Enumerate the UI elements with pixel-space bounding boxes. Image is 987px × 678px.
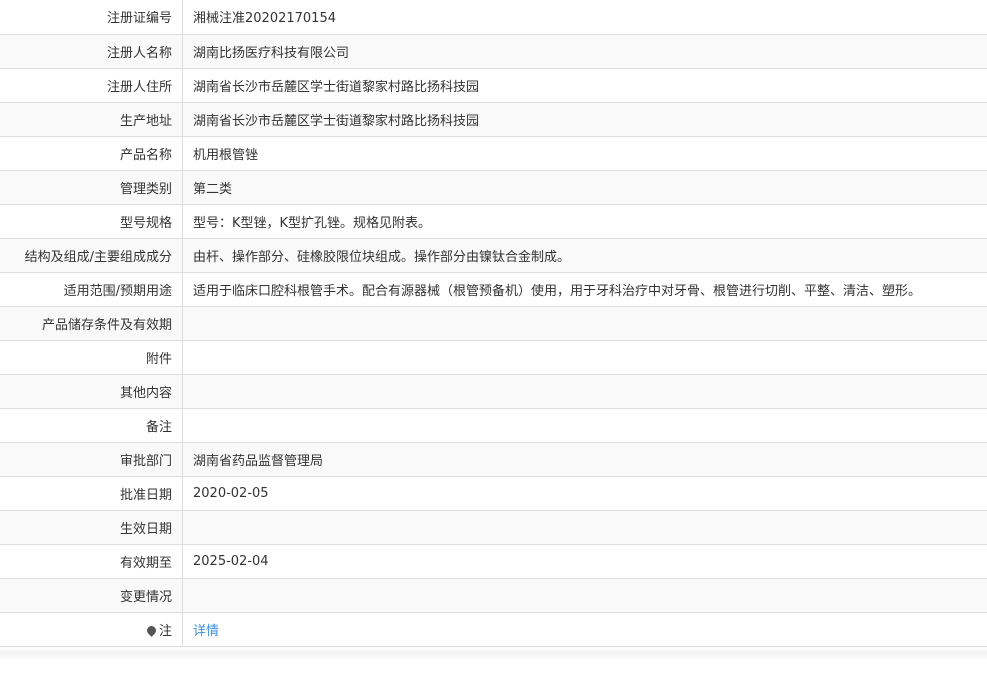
- row-label: 管理类别: [0, 170, 183, 205]
- row-label: 生产地址: [0, 102, 183, 137]
- row-label: 有效期至: [0, 544, 183, 579]
- row-value: 机用根管锉: [182, 136, 987, 171]
- row-value: 适用于临床口腔科根管手术。配合有源器械（根管预备机）使用，用于牙科治疗中对牙骨、…: [182, 272, 987, 307]
- row-value: [182, 340, 987, 375]
- row-value: 湘械注准20202170154: [182, 0, 987, 35]
- table-row: 型号规格 型号：K型锉，K型扩孔锉。规格见附表。: [0, 204, 987, 239]
- table-row: 附件: [0, 340, 987, 375]
- row-value: [182, 408, 987, 443]
- table-row: 审批部门 湖南省药品监督管理局: [0, 442, 987, 477]
- row-label: 备注: [0, 408, 183, 443]
- row-label: 适用范围/预期用途: [0, 272, 183, 307]
- table-row: 产品储存条件及有效期: [0, 306, 987, 341]
- row-label: 其他内容: [0, 374, 183, 409]
- table-row: 批准日期 2020-02-05: [0, 476, 987, 511]
- row-value: 型号：K型锉，K型扩孔锉。规格见附表。: [182, 204, 987, 239]
- table-row: 适用范围/预期用途 适用于临床口腔科根管手术。配合有源器械（根管预备机）使用，用于…: [0, 272, 987, 307]
- map-pin-icon: [145, 623, 158, 637]
- note-row: 注 详情: [0, 612, 987, 647]
- note-label-cell: 注: [0, 612, 183, 647]
- row-label: 变更情况: [0, 578, 183, 613]
- table-row: 注册人住所 湖南省长沙市岳麓区学士街道黎家村路比扬科技园: [0, 68, 987, 103]
- table-row: 生效日期: [0, 510, 987, 545]
- note-value-cell: 详情: [182, 612, 987, 647]
- row-label: 结构及组成/主要组成成分: [0, 238, 183, 273]
- table-row: 注册人名称 湖南比扬医疗科技有限公司: [0, 34, 987, 69]
- row-value: 湖南省长沙市岳麓区学士街道黎家村路比扬科技园: [182, 102, 987, 137]
- note-label: 注: [158, 623, 172, 639]
- table-row: 产品名称 机用根管锉: [0, 136, 987, 171]
- row-value: [182, 510, 987, 545]
- table-row: 生产地址 湖南省长沙市岳麓区学士街道黎家村路比扬科技园: [0, 102, 987, 137]
- row-value: [182, 578, 987, 613]
- row-value: [182, 374, 987, 409]
- row-label: 注册人名称: [0, 34, 183, 69]
- row-label: 生效日期: [0, 510, 183, 545]
- row-value: 第二类: [182, 170, 987, 205]
- row-value: [182, 306, 987, 341]
- table-row: 备注: [0, 408, 987, 443]
- row-label: 注册人住所: [0, 68, 183, 103]
- row-label: 注册证编号: [0, 0, 183, 35]
- table-row: 变更情况: [0, 578, 987, 613]
- details-link[interactable]: 详情: [193, 624, 219, 639]
- registration-detail-table: 注册证编号 湘械注准20202170154 注册人名称 湖南比扬医疗科技有限公司 注册人…: [0, 0, 987, 647]
- table-bottom-shadow: [0, 646, 987, 661]
- row-value: 湖南省药品监督管理局: [182, 442, 987, 477]
- row-value: 2020-02-05: [182, 476, 987, 511]
- row-label: 批准日期: [0, 476, 183, 511]
- row-label: 审批部门: [0, 442, 183, 477]
- row-label: 型号规格: [0, 204, 183, 239]
- table-row: 其他内容: [0, 374, 987, 409]
- table-row: 管理类别 第二类: [0, 170, 987, 205]
- row-value: 湖南比扬医疗科技有限公司: [182, 34, 987, 69]
- row-value: 湖南省长沙市岳麓区学士街道黎家村路比扬科技园: [182, 68, 987, 103]
- row-label: 附件: [0, 340, 183, 375]
- table-row: 有效期至 2025-02-04: [0, 544, 987, 579]
- row-label: 产品储存条件及有效期: [0, 306, 183, 341]
- table-row: 注册证编号 湘械注准20202170154: [0, 0, 987, 35]
- row-value: 由杆、操作部分、硅橡胶限位块组成。操作部分由镍钛合金制成。: [182, 238, 987, 273]
- row-value: 2025-02-04: [182, 544, 987, 579]
- row-label: 产品名称: [0, 136, 183, 171]
- table-row: 结构及组成/主要组成成分 由杆、操作部分、硅橡胶限位块组成。操作部分由镍钛合金制成…: [0, 238, 987, 273]
